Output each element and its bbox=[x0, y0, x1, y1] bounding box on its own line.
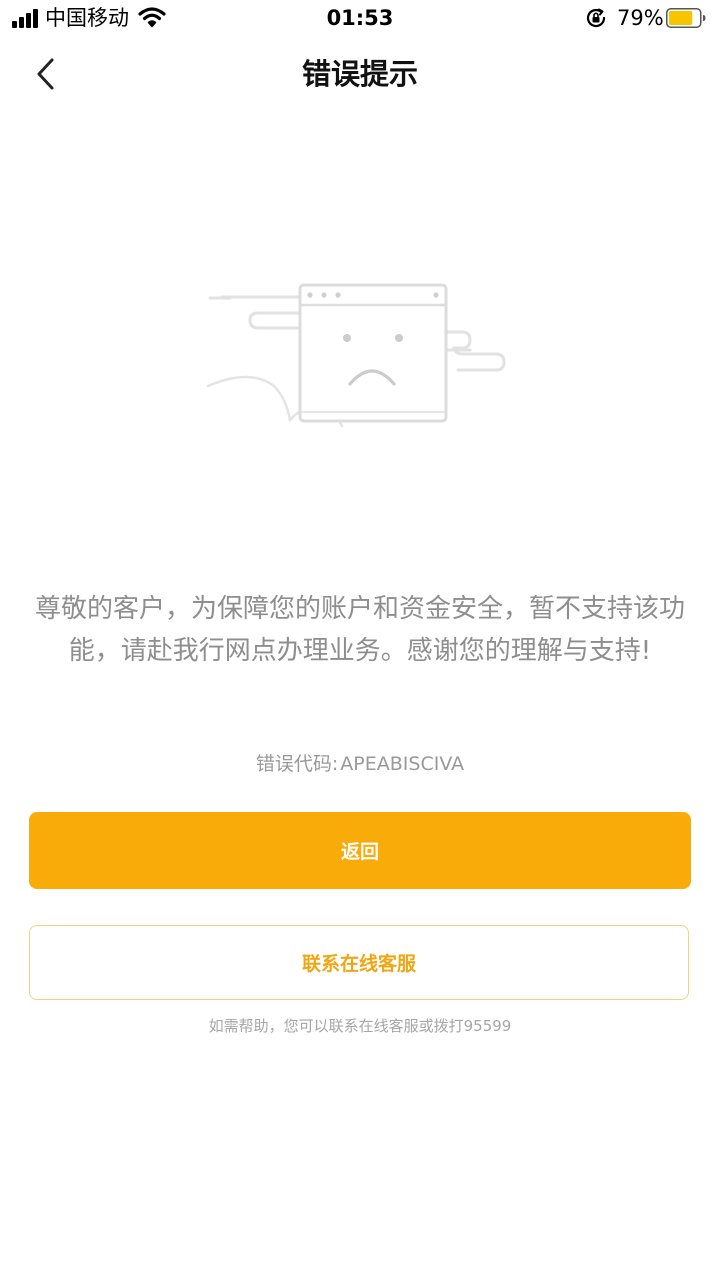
error-page: 中国移动 01:53 79% 错误提示 尊敬的客户，为保障您的账户和资金安全，暂… bbox=[0, 0, 720, 1280]
status-bar: 中国移动 01:53 79% bbox=[0, 0, 720, 38]
battery-icon bbox=[666, 8, 706, 28]
contact-support-button[interactable]: 联系在线客服 bbox=[29, 925, 689, 1000]
error-code: 错误代码: APEABISCIVA bbox=[0, 750, 720, 778]
error-code-label: 错误代码: bbox=[255, 753, 339, 775]
orientation-lock-icon bbox=[586, 8, 606, 28]
nav-bar: 错误提示 bbox=[0, 38, 720, 110]
help-text: 如需帮助，您可以联系在线客服或拨打95599 bbox=[208, 1017, 512, 1035]
error-code-value: APEABISCIVA bbox=[340, 753, 465, 775]
status-time: 01:53 bbox=[326, 6, 394, 30]
sad-browser-window-icon bbox=[206, 283, 506, 428]
battery-percent: 79% bbox=[617, 6, 664, 30]
return-button[interactable]: 返回 bbox=[29, 812, 691, 889]
page-title: 错误提示 bbox=[301, 57, 418, 91]
error-message: 尊敬的客户，为保障您的账户和资金安全，暂不支持该功能，请赴我行网点办理业务。感谢… bbox=[34, 594, 685, 666]
